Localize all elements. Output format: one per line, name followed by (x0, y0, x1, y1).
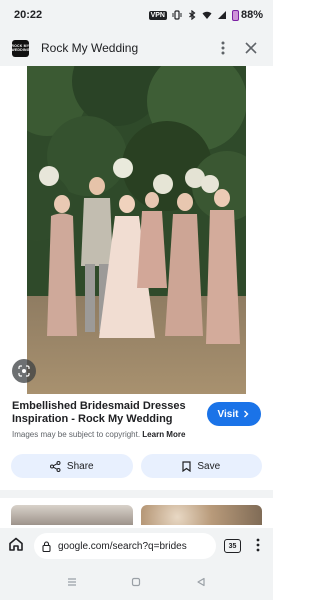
related-thumbnail[interactable] (11, 505, 133, 525)
home-button[interactable] (8, 536, 24, 557)
learn-more-link[interactable]: Learn More (142, 430, 185, 439)
result-title[interactable]: Embellished Bridesmaid Dresses Inspirati… (12, 400, 197, 426)
share-label: Share (66, 460, 94, 472)
more-vert-icon (256, 538, 260, 551)
tab-count: 35 (228, 542, 237, 550)
section-divider (0, 490, 273, 498)
chevron-right-icon (244, 410, 249, 418)
related-images (11, 505, 262, 525)
more-vert-icon (221, 41, 225, 55)
vpn-badge: VPN (148, 10, 167, 20)
recents-button[interactable] (64, 574, 80, 590)
close-button[interactable] (241, 38, 261, 58)
site-name[interactable]: Rock My Wedding (41, 41, 205, 55)
battery-icon (231, 9, 239, 21)
visit-button[interactable]: Visit (207, 402, 261, 426)
status-icons: VPN 88% (148, 9, 263, 21)
back-icon (197, 577, 205, 587)
home-nav-button[interactable] (128, 574, 144, 590)
browser-toolbar: google.com/search?q=brides 35 (0, 528, 273, 564)
visit-label: Visit (217, 408, 239, 420)
save-label: Save (197, 460, 221, 472)
save-button[interactable]: Save (140, 454, 262, 478)
result-info: Embellished Bridesmaid Dresses Inspirati… (0, 400, 273, 439)
site-logo[interactable]: ROCK MY WEDDING (11, 39, 30, 57)
address-bar[interactable]: google.com/search?q=brides (34, 533, 216, 559)
close-icon (245, 42, 257, 54)
site-logo-text: ROCK MY WEDDING (11, 44, 30, 52)
back-button[interactable] (193, 574, 209, 590)
bluetooth-icon (189, 10, 196, 20)
battery-percent: 88% (240, 9, 263, 21)
home-icon (9, 537, 23, 551)
status-time: 20:22 (14, 9, 43, 21)
system-nav-bar (0, 564, 273, 600)
copyright-text: Images may be subject to copyright. (12, 430, 141, 439)
more-options-button[interactable] (213, 38, 233, 58)
url-text: google.com/search?q=brides (58, 540, 187, 552)
signal-icon (217, 11, 226, 19)
image-preview (0, 66, 273, 394)
tab-switcher-button[interactable]: 35 (224, 539, 241, 553)
source-header: ROCK MY WEDDING Rock My Wedding (0, 30, 273, 66)
status-bar: 20:22 VPN 88% (0, 0, 273, 30)
bridal-party-photo[interactable] (27, 66, 246, 394)
bookmark-icon (182, 460, 191, 472)
battery-indicator: 88% (231, 9, 263, 21)
recents-icon (68, 578, 77, 586)
photo-illustration (27, 66, 246, 394)
share-icon (49, 460, 61, 472)
lens-button[interactable] (12, 359, 36, 383)
copyright-notice: Images may be subject to copyright. Lear… (12, 430, 261, 439)
lock-icon (42, 540, 51, 552)
square-icon (132, 577, 141, 587)
vibrate-icon (172, 10, 182, 20)
browser-menu-button[interactable] (251, 538, 265, 555)
share-button[interactable]: Share (11, 454, 133, 478)
wifi-icon (202, 11, 212, 19)
related-thumbnail[interactable] (140, 505, 262, 525)
action-buttons: Share Save (11, 454, 262, 478)
lens-icon (18, 365, 30, 377)
